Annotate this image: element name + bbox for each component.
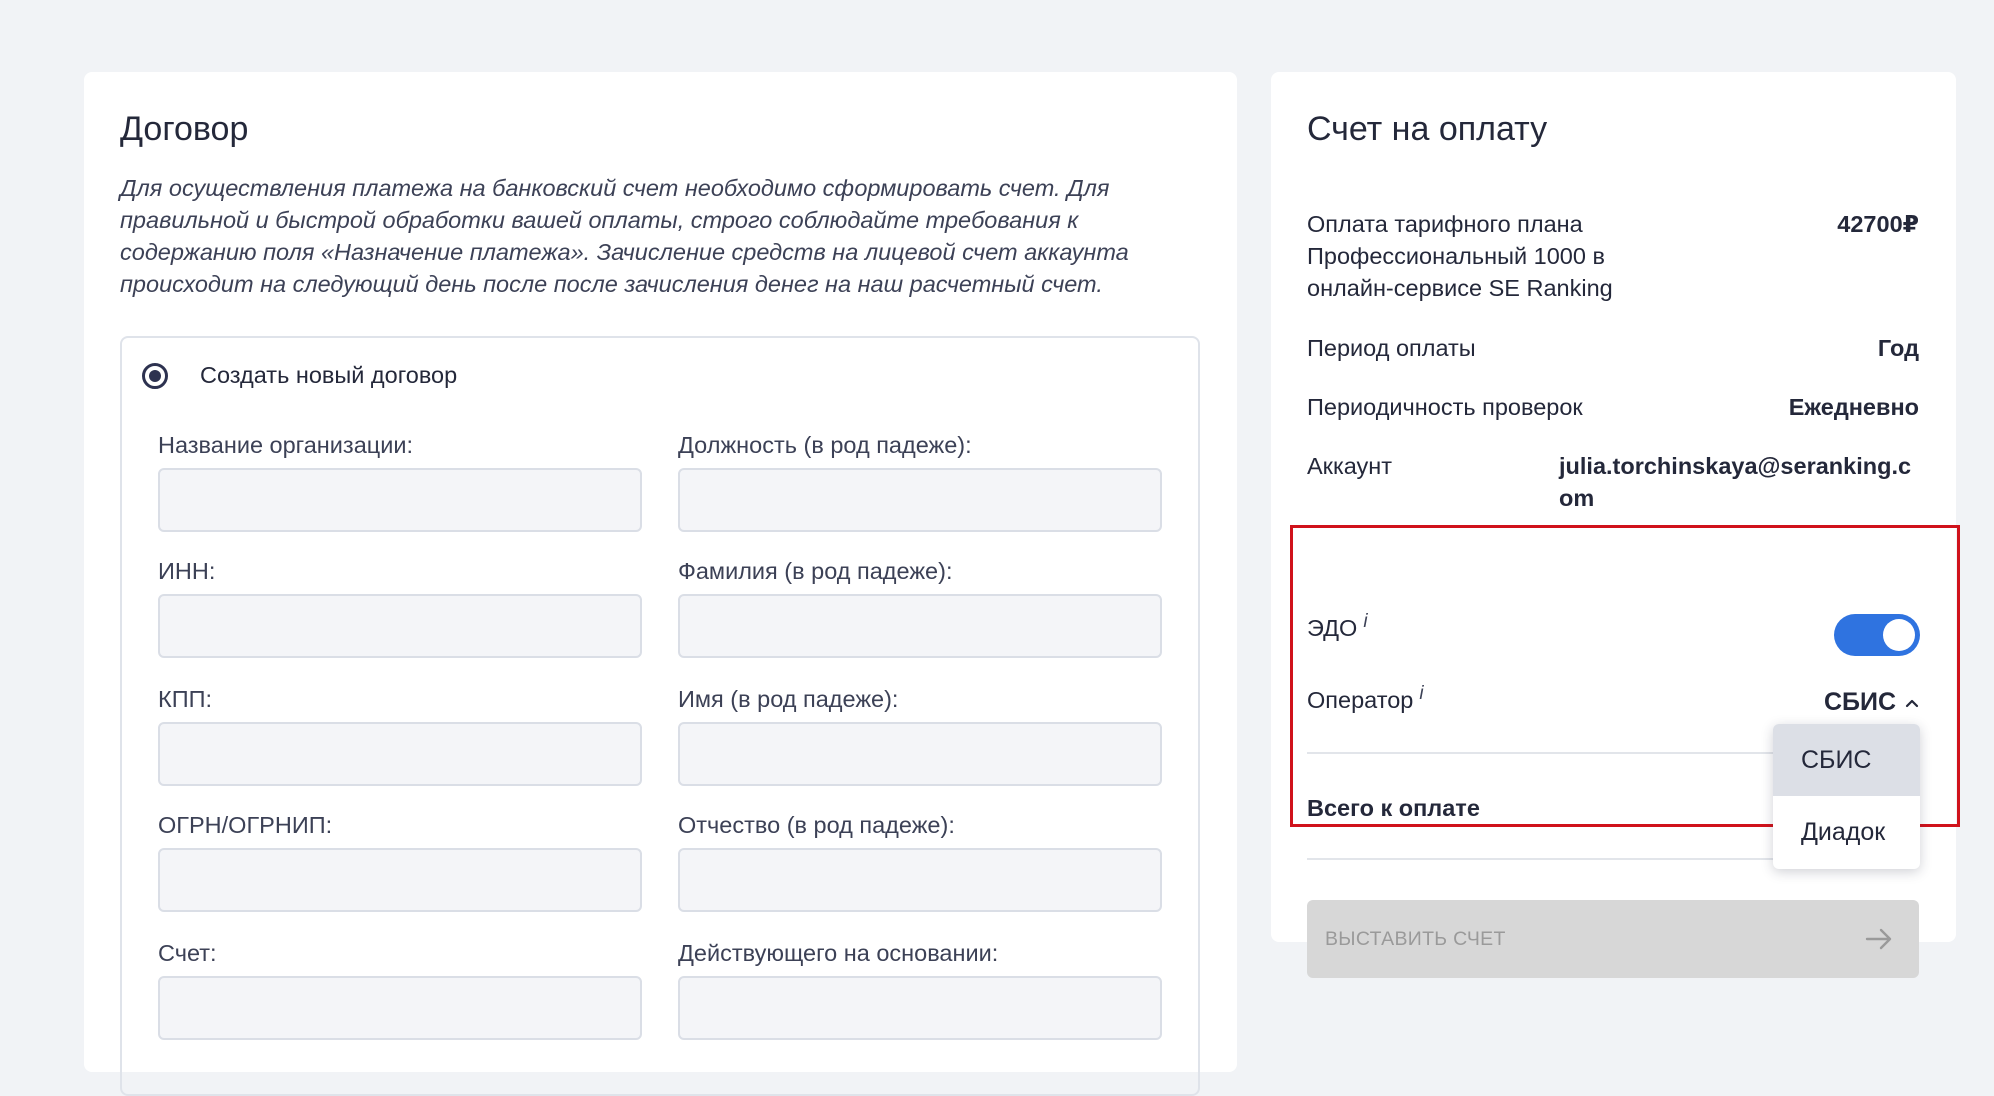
organization-name-input[interactable] bbox=[158, 468, 642, 532]
create-contract-label: Создать новый договор bbox=[200, 362, 458, 388]
frequency-value: Ежедневно bbox=[1788, 394, 1919, 420]
operator-select[interactable]: СБИС bbox=[1824, 688, 1920, 717]
field-label: КПП: bbox=[158, 686, 212, 712]
period-value: Год bbox=[1877, 335, 1919, 361]
field-first-name: Имя (в род падеже): bbox=[678, 684, 1162, 786]
frequency-row: Периодичность проверок Ежедневно bbox=[1307, 391, 1919, 423]
kpp-input[interactable] bbox=[158, 722, 642, 786]
field-label: Имя (в род падеже): bbox=[678, 686, 899, 712]
info-icon[interactable]: i bbox=[1419, 683, 1423, 704]
edo-toggle-switch[interactable] bbox=[1834, 614, 1920, 656]
field-basis: Действующего на основании: bbox=[678, 938, 1162, 1040]
operator-label-wrap: Оператор i bbox=[1307, 678, 1424, 716]
ogrn-input[interactable] bbox=[158, 848, 642, 912]
first-name-input[interactable] bbox=[678, 722, 1162, 786]
field-surname: Фамилия (в род падеже): bbox=[678, 556, 1162, 658]
field-label: ОГРН/ОГРНИП: bbox=[158, 812, 333, 838]
operator-label: Оператор bbox=[1307, 686, 1414, 713]
period-row: Период оплаты Год bbox=[1307, 332, 1919, 364]
account-value: julia.torchinskaya@seranking.com bbox=[1559, 453, 1912, 511]
field-patronymic: Отчество (в род падеже): bbox=[678, 810, 1162, 912]
field-label: Должность (в род падеже): bbox=[678, 432, 972, 458]
field-label: Действующего на основании: bbox=[678, 940, 999, 966]
plan-price: 42700₽ bbox=[1837, 211, 1919, 237]
issue-invoice-button[interactable]: ВЫСТАВИТЬ СЧЕТ bbox=[1307, 900, 1919, 978]
invoice-title: Счет на оплату bbox=[1307, 110, 1548, 148]
operator-selected-value: СБИС bbox=[1823, 688, 1896, 716]
position-input[interactable] bbox=[678, 468, 1162, 532]
account-number-input[interactable] bbox=[158, 976, 642, 1040]
field-label: Счет: bbox=[158, 940, 217, 966]
toggle-knob bbox=[1883, 619, 1915, 651]
contract-title: Договор bbox=[120, 110, 249, 148]
basis-input[interactable] bbox=[678, 976, 1162, 1040]
field-label: Отчество (в род падеже): bbox=[678, 812, 955, 838]
create-contract-option[interactable]: Создать новый договор bbox=[142, 362, 457, 389]
total-label: Всего к оплате bbox=[1307, 795, 1480, 821]
field-ogrn: ОГРН/ОГРНИП: bbox=[158, 810, 642, 912]
operator-option-sbis[interactable]: СБИС bbox=[1773, 724, 1920, 796]
issue-invoice-label: ВЫСТАВИТЬ СЧЕТ bbox=[1325, 927, 1506, 950]
field-position: Должность (в род падеже): bbox=[678, 430, 1162, 532]
edo-label-wrap: ЭДО i bbox=[1307, 606, 1368, 644]
field-inn: ИНН: bbox=[158, 556, 642, 658]
field-organization-name: Название организации: bbox=[158, 430, 642, 532]
field-label: Название организации: bbox=[158, 432, 414, 458]
field-account-number: Счет: bbox=[158, 938, 642, 1040]
invoice-card: Счет на оплату Оплата тарифного плана Пр… bbox=[1271, 72, 1960, 978]
account-row: Аккаунт julia.torchinskaya@seranking.com bbox=[1307, 450, 1919, 514]
new-contract-form: Создать новый договор Название организац… bbox=[120, 336, 1200, 1096]
frequency-label: Периодичность проверок bbox=[1307, 394, 1583, 420]
field-label: Фамилия (в род падеже): bbox=[678, 558, 953, 584]
chevron-up-icon bbox=[1905, 699, 1919, 707]
field-kpp: КПП: bbox=[158, 684, 642, 786]
plan-row: Оплата тарифного плана Профессиональный … bbox=[1307, 208, 1919, 308]
contract-description: Для осуществления платежа на банковский … bbox=[120, 175, 1129, 297]
radio-checked-icon[interactable] bbox=[142, 362, 168, 389]
operator-option-diadok[interactable]: Диадок bbox=[1773, 796, 1920, 868]
arrow-right-icon bbox=[1865, 928, 1892, 950]
surname-input[interactable] bbox=[678, 594, 1162, 658]
plan-label: Оплата тарифного плана Профессиональный … bbox=[1307, 211, 1613, 301]
operator-dropdown-menu: СБИС Диадок bbox=[1773, 724, 1920, 869]
inn-input[interactable] bbox=[158, 594, 642, 658]
contract-card: Договор Для осуществления платежа на бан… bbox=[84, 72, 1237, 1096]
patronymic-input[interactable] bbox=[678, 848, 1162, 912]
account-label: Аккаунт bbox=[1307, 453, 1393, 479]
period-label: Период оплаты bbox=[1307, 335, 1476, 361]
edo-label: ЭДО bbox=[1307, 614, 1358, 641]
edo-row: ЭДО i bbox=[1307, 606, 1919, 646]
info-icon[interactable]: i bbox=[1363, 611, 1367, 632]
field-label: ИНН: bbox=[158, 558, 216, 584]
